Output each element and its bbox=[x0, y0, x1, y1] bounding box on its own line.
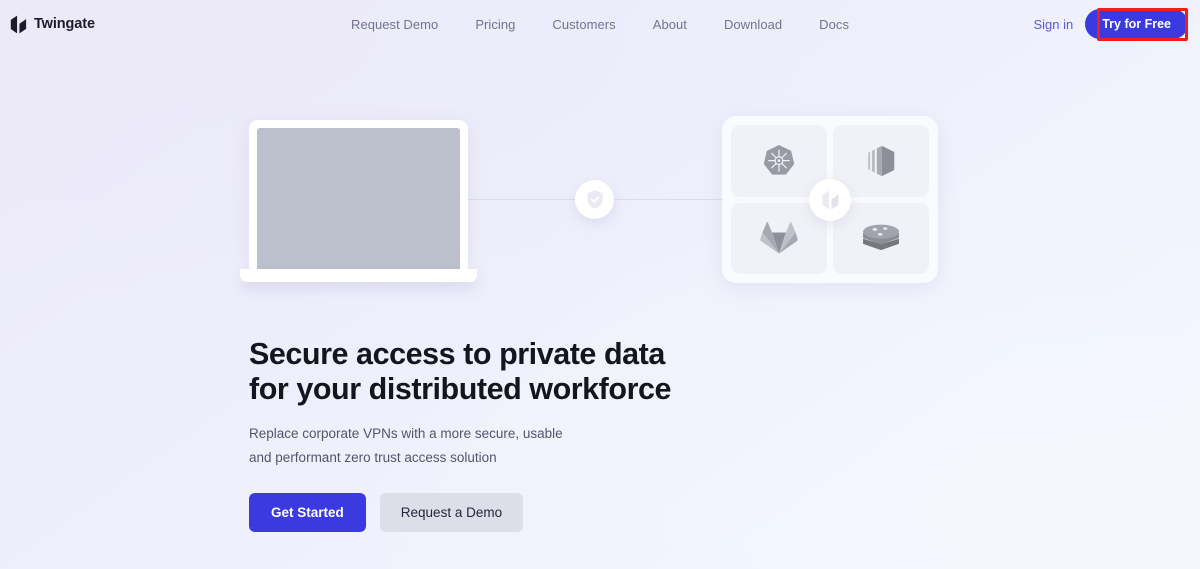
nav-link-docs[interactable]: Docs bbox=[819, 17, 849, 32]
nav-link-download[interactable]: Download bbox=[724, 17, 782, 32]
twingate-badge-icon bbox=[809, 179, 851, 221]
nav-link-pricing[interactable]: Pricing bbox=[475, 17, 515, 32]
nav-link-customers[interactable]: Customers bbox=[552, 17, 615, 32]
laptop-screen bbox=[257, 128, 460, 270]
sign-in-link[interactable]: Sign in bbox=[1033, 17, 1073, 32]
hero-subtitle: Replace corporate VPNs with a more secur… bbox=[249, 422, 579, 471]
headline-line-2: for your distributed workforce bbox=[249, 371, 672, 406]
nav-link-request-demo[interactable]: Request Demo bbox=[351, 17, 438, 32]
nav-actions: Sign in Try for Free bbox=[1033, 9, 1188, 39]
tile-redis bbox=[833, 202, 929, 274]
tile-gitlab bbox=[731, 202, 827, 274]
get-started-button[interactable]: Get Started bbox=[249, 492, 366, 532]
connection-line bbox=[400, 199, 840, 200]
laptop-device bbox=[240, 120, 477, 282]
tile-kubernetes bbox=[731, 125, 827, 197]
hero-section: Secure access to private data for your d… bbox=[249, 337, 809, 532]
top-navigation: Twingate Request Demo Pricing Customers … bbox=[0, 0, 1200, 48]
tile-aws bbox=[833, 125, 929, 197]
laptop-base bbox=[240, 269, 477, 282]
subhead-line-2: performant zero trust access solution bbox=[275, 450, 497, 466]
hero-cta-row: Get Started Request a Demo bbox=[249, 492, 809, 532]
request-demo-button[interactable]: Request a Demo bbox=[379, 492, 524, 532]
try-for-free-button[interactable]: Try for Free bbox=[1085, 9, 1188, 39]
kubernetes-icon bbox=[763, 144, 795, 175]
headline-line-1: Secure access to private data bbox=[249, 337, 665, 371]
shield-check-icon bbox=[575, 180, 614, 219]
nav-link-about[interactable]: About bbox=[653, 17, 687, 32]
aws-icon bbox=[868, 145, 895, 176]
nav-links: Request Demo Pricing Customers About Dow… bbox=[0, 17, 1200, 32]
resource-tile-grid bbox=[722, 116, 938, 283]
redis-icon bbox=[863, 224, 899, 251]
page-title: Secure access to private data for your d… bbox=[249, 337, 809, 407]
laptop-lid bbox=[249, 120, 468, 270]
gitlab-icon bbox=[760, 222, 798, 254]
